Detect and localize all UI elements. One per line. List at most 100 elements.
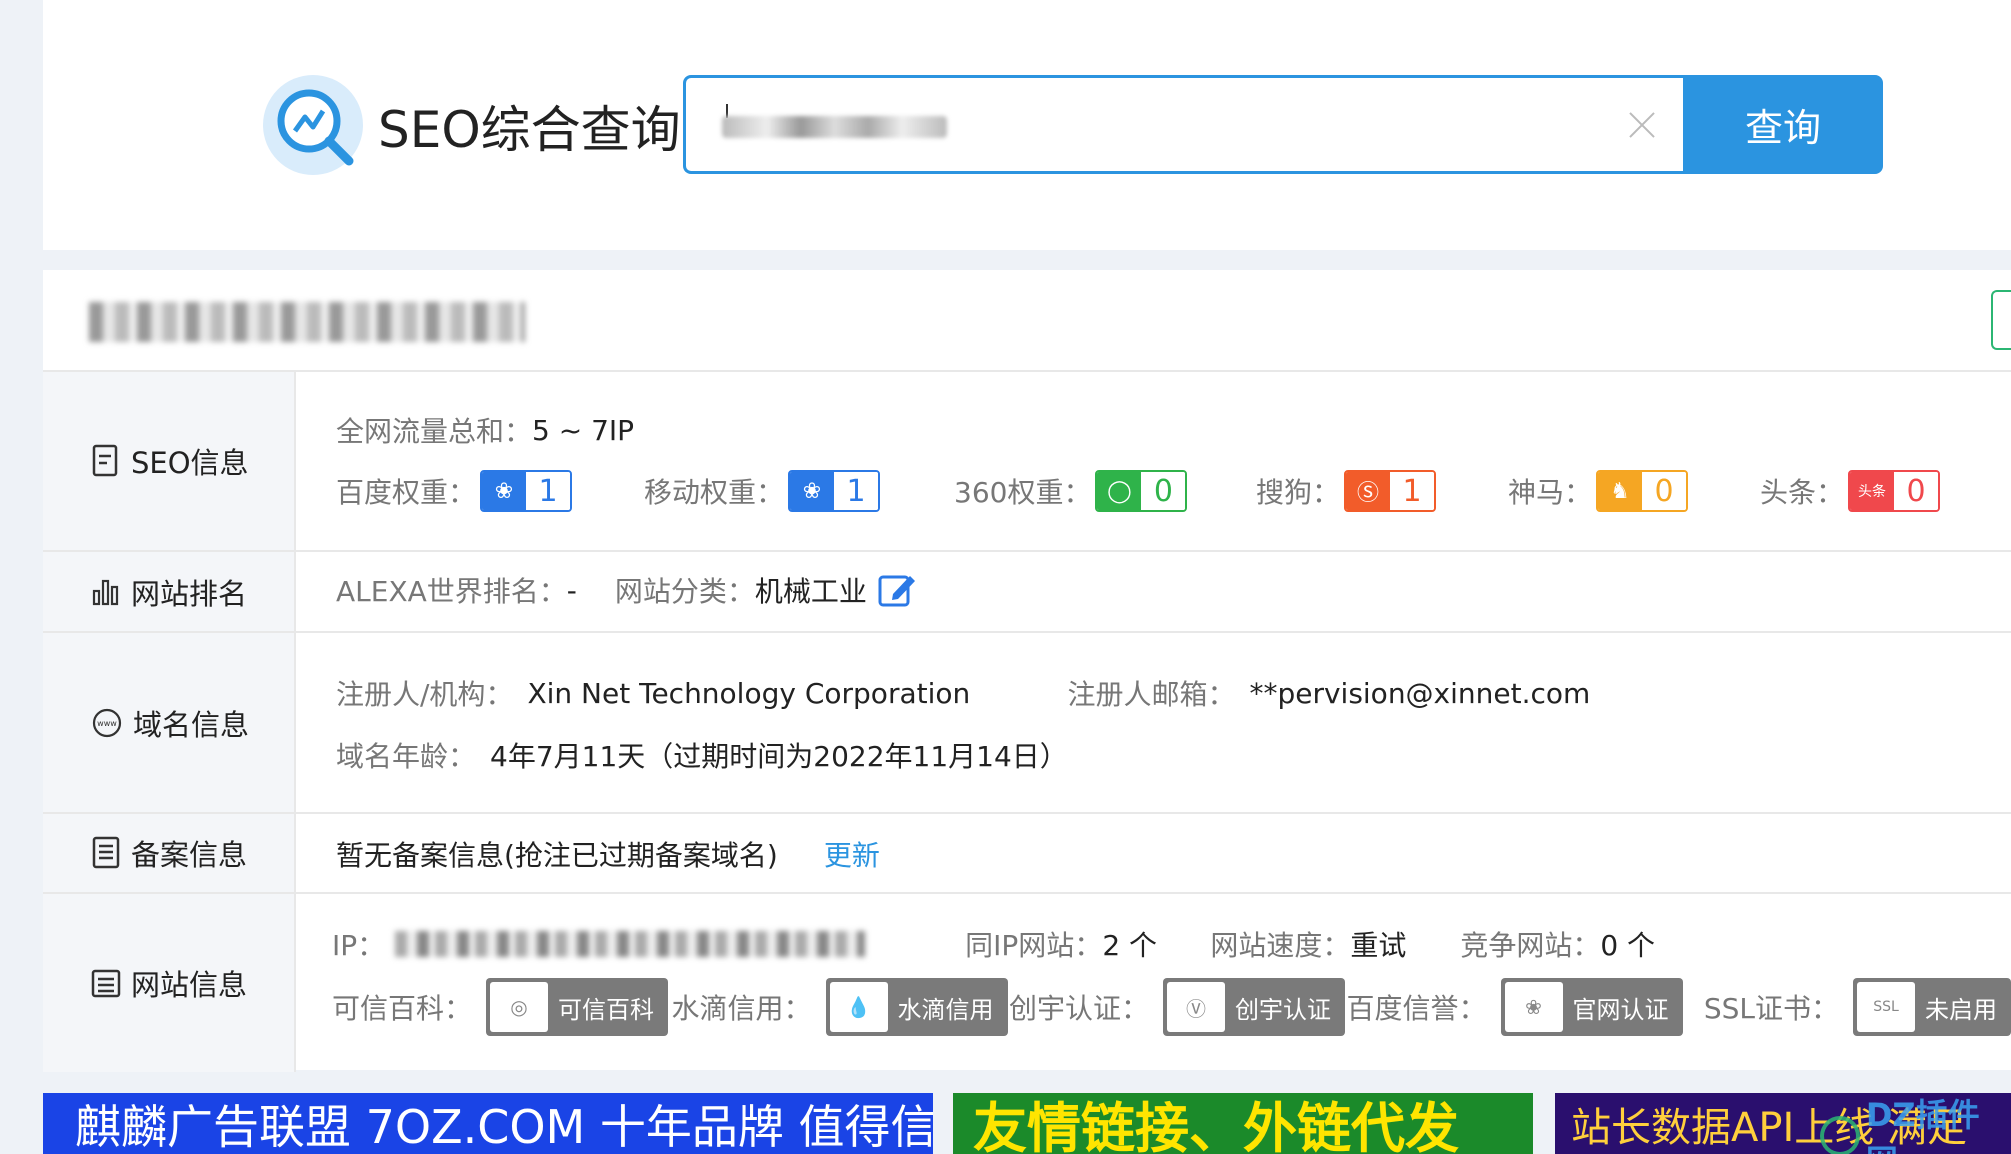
kexin-icon: ◎ <box>490 982 549 1032</box>
beian-line: 暂无备案信息(抢注已过期备案域名) 更新 <box>336 834 2011 874</box>
blurred-domain-title <box>89 302 525 342</box>
weight-label: 百度权重： <box>336 476 477 509</box>
weight-label: 神马： <box>1508 476 1593 509</box>
domain-row: www 域名信息 注册人/机构： Xin Net Technology Corp… <box>43 633 2011 814</box>
cert-ssl[interactable]: SSL证书： SSL 未启用 <box>1704 978 2011 1036</box>
weight-shenma[interactable]: 神马： ♞ 0 <box>1508 470 1760 512</box>
weight-value: 1 <box>526 472 571 510</box>
baidu-badge[interactable]: ❀ 官网认证 <box>1500 978 1683 1036</box>
cert-shuidi[interactable]: 水滴信用： 💧 水滴信用 <box>671 978 1009 1036</box>
blurred-query <box>722 116 947 138</box>
sogou-icon: Ⓢ <box>1346 472 1391 510</box>
weight-value: 1 <box>1390 472 1435 510</box>
edit-icon[interactable] <box>877 570 917 610</box>
ad-banner-2[interactable]: 友情链接、外链代发 <box>953 1093 1533 1154</box>
beian-row: 备案信息 暂无备案信息(抢注已过期备案域名) 更新 <box>43 814 2011 894</box>
watermark-text: DZ插件网 <box>1865 1096 1980 1154</box>
weight-badge: ◯ 0 <box>1095 470 1188 512</box>
row-title: 网站信息 <box>131 968 248 1002</box>
registrant-label: 注册人/机构： <box>336 678 514 711</box>
baidu-paw-icon: ❀ <box>482 472 527 510</box>
weight-toutiao[interactable]: 头条： 头条 0 <box>1760 470 1941 512</box>
weight-baidu[interactable]: 百度权重： ❀ 1 <box>336 470 644 512</box>
side-action-button[interactable] <box>1991 290 2011 350</box>
ssl-badge[interactable]: SSL 未启用 <box>1853 978 2011 1036</box>
weight-label: 360权重： <box>954 476 1092 509</box>
traffic-value: 5 ~ 7IP <box>532 413 635 447</box>
record-icon <box>92 836 120 869</box>
rank-row: 网站排名 ALEXA世界排名： - 网站分类： 机械工业 <box>43 552 2011 633</box>
weight-badge: ♞ 0 <box>1596 470 1689 512</box>
alexa-label: ALEXA世界排名： <box>336 575 567 608</box>
bar-chart-icon <box>92 579 119 605</box>
toutiao-icon: 头条 <box>1850 472 1895 510</box>
cert-chuangyu[interactable]: 创宇认证： Ⓥ 创宇认证 <box>1009 978 1347 1036</box>
ad-banner-1[interactable]: 麒麟广告联盟 7OZ.COM 十年品牌 值得信赖 <box>43 1093 933 1154</box>
baidu-paw-icon: ❀ <box>1504 982 1563 1032</box>
search-input[interactable] <box>683 75 1683 174</box>
cert-badge-text: 水滴信用 <box>897 995 994 1024</box>
row-header: 网站信息 <box>43 894 296 1072</box>
list-icon <box>91 969 121 998</box>
kexin-badge[interactable]: ◎ 可信百科 <box>486 978 669 1036</box>
page-title: SEO综合查询 <box>378 101 681 159</box>
document-icon <box>92 444 118 477</box>
cert-label: 可信百科： <box>332 992 473 1025</box>
speed-label: 网站速度： <box>1210 929 1351 962</box>
weight-mobile[interactable]: 移动权重： ❀ 1 <box>644 470 954 512</box>
rank-line: ALEXA世界排名： - 网站分类： 机械工业 <box>336 570 2011 610</box>
row-title: 备案信息 <box>131 838 248 872</box>
cert-badge-text: 官网认证 <box>1572 995 1669 1024</box>
site-row: 网站信息 IP： 同IP网站： 2 个 网站速度： 重试 竞争网站： 0 个 可… <box>43 894 2011 1072</box>
cert-baidu[interactable]: 百度信誉： ❀ 官网认证 <box>1346 978 1703 1036</box>
shenma-icon: ♞ <box>1598 472 1643 510</box>
ad-banners: 麒麟广告联盟 7OZ.COM 十年品牌 值得信赖 友情链接、外链代发 站长数据A… <box>43 1093 2011 1154</box>
weight-value: 0 <box>1894 472 1939 510</box>
result-card: SEO信息 全网流量总和： 5 ~ 7IP 百度权重： ❀ 1 移动权重： ❀ … <box>43 270 2011 1072</box>
weight-360[interactable]: 360权重： ◯ 0 <box>954 470 1256 512</box>
blurred-ip <box>395 931 866 957</box>
same-ip-value[interactable]: 2 个 <box>1102 924 1210 964</box>
weight-badge: 头条 0 <box>1848 470 1941 512</box>
cert-badge-text: 未启用 <box>1925 995 1997 1024</box>
water-drop-icon: 💧 <box>829 982 888 1032</box>
registrant-line: 注册人/机构： Xin Net Technology Corporation 注… <box>336 673 2011 713</box>
compete-value[interactable]: 0 个 <box>1600 924 1655 964</box>
row-title: SEO信息 <box>131 446 249 480</box>
weight-badge: ❀ 1 <box>788 470 881 512</box>
seo-logo-icon <box>263 75 363 175</box>
registrant-value: Xin Net Technology Corporation <box>527 676 971 710</box>
age-line: 域名年龄： 4年7月11天（过期时间为2022年11月14日） <box>336 735 2011 775</box>
alexa-value: - <box>566 573 577 607</box>
age-value: 4年7月11天（过期时间为2022年11月14日） <box>490 740 1068 773</box>
speed-retry[interactable]: 重试 <box>1350 924 1460 964</box>
cert-line: 可信百科： ◎ 可信百科 水滴信用： 💧 水滴信用 创宇认证： Ⓥ 创宇认证 百度信誉… <box>332 978 2011 1036</box>
row-header: 网站排名 <box>43 552 296 631</box>
baidu-paw-icon: ❀ <box>790 472 835 510</box>
weight-badge: Ⓢ 1 <box>1344 470 1437 512</box>
same-ip-label: 同IP网站： <box>965 929 1103 962</box>
chuangyu-badge[interactable]: Ⓥ 创宇认证 <box>1163 978 1345 1036</box>
weight-sogou[interactable]: 搜狗： Ⓢ 1 <box>1256 470 1508 512</box>
weight-value: 1 <box>834 472 879 510</box>
weight-label: 搜狗： <box>1256 476 1341 509</box>
weight-value: 0 <box>1141 472 1186 510</box>
email-label: 注册人邮箱： <box>1067 678 1236 711</box>
ssl-shield-icon: SSL <box>1857 982 1915 1032</box>
weight-label: 头条： <box>1760 476 1845 509</box>
cert-kexin[interactable]: 可信百科： ◎ 可信百科 <box>332 978 671 1036</box>
clear-icon[interactable] <box>1625 108 1659 142</box>
cert-label: SSL证书： <box>1703 992 1839 1025</box>
cert-label: 百度信誉： <box>1346 992 1487 1025</box>
shuidi-badge[interactable]: 💧 水滴信用 <box>825 978 1008 1036</box>
check-circle-icon <box>1820 1116 1860 1154</box>
ip-line: IP： 同IP网站： 2 个 网站速度： 重试 竞争网站： 0 个 <box>332 924 2011 964</box>
cert-label: 水滴信用： <box>671 992 812 1025</box>
category-label: 网站分类： <box>614 575 755 608</box>
weight-label: 移动权重： <box>644 476 785 509</box>
update-link[interactable]: 更新 <box>824 834 880 874</box>
row-title: 网站排名 <box>131 576 248 611</box>
compete-label: 竞争网站： <box>1460 929 1601 962</box>
ip-label: IP： <box>332 929 386 962</box>
search-button[interactable]: 查询 <box>1683 75 1883 174</box>
